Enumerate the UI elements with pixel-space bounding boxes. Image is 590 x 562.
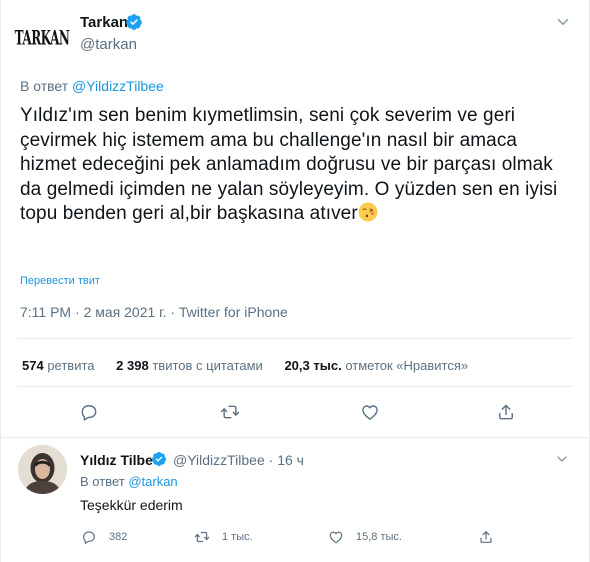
meta-separator: · <box>75 304 80 320</box>
reply-age[interactable]: 16 ч <box>277 452 304 468</box>
reply-text: Teşekkür ederim <box>80 497 183 513</box>
author-name[interactable]: Tarkan <box>80 14 128 31</box>
reply-icon[interactable] <box>79 402 99 422</box>
tweet-text-content: Yıldız'ım sen benim kıymetlimsin, seni ç… <box>20 105 558 224</box>
retweets-stat[interactable]: 574 ретвита <box>22 358 95 373</box>
reply-reply-button[interactable]: 382 <box>81 528 127 546</box>
face-blowing-kiss-icon <box>358 202 378 222</box>
reply-mention-link[interactable]: @tarkan <box>128 474 177 489</box>
reply-handle-line: @YildizzTilbee · 16 ч <box>173 452 304 468</box>
quotes-count: 2 398 <box>116 358 149 373</box>
like-icon <box>329 531 343 544</box>
reply-retweet-count: 1 тыс. <box>222 531 253 543</box>
chevron-down-icon[interactable] <box>554 13 572 31</box>
reply-to-line: В ответ @YildizzTilbee <box>20 78 164 94</box>
reply-author-handle[interactable]: @YildizzTilbee <box>173 452 265 468</box>
retweet-icon <box>194 531 210 543</box>
like-icon[interactable] <box>360 402 380 422</box>
tweet-source[interactable]: Twitter for iPhone <box>179 304 288 320</box>
tweet-detail-page: TARKAN Tarkan @tarkan В ответ @YildizzTi… <box>0 0 590 562</box>
likes-stat[interactable]: 20,3 тыс. отметок «Нравится» <box>284 358 468 373</box>
share-icon <box>480 531 492 543</box>
meta-separator: · <box>268 452 274 468</box>
logo-text: TARKAN <box>14 26 70 50</box>
tweet-text: Yıldız'ım sen benim kıymetlimsin, seni ç… <box>20 104 572 227</box>
tweet-time[interactable]: 7:11 PM <box>20 304 71 320</box>
reply-icon <box>83 531 95 544</box>
share-icon[interactable] <box>496 402 516 422</box>
avatar[interactable]: TARKAN <box>15 14 70 62</box>
chevron-down-icon[interactable] <box>554 451 570 467</box>
reply-like-count: 15,8 тыс. <box>356 531 402 543</box>
verified-badge-icon <box>151 452 166 466</box>
retweets-label: ретвита <box>47 358 95 373</box>
meta-separator: · <box>170 304 176 320</box>
tweet-date[interactable]: 2 мая 2021 г. <box>84 304 167 320</box>
reply-to-line: В ответ @tarkan <box>80 474 178 489</box>
divider <box>17 338 573 339</box>
reply-avatar[interactable] <box>18 445 67 494</box>
reply-prefix: В ответ <box>80 474 125 489</box>
retweet-icon[interactable] <box>220 402 240 422</box>
divider <box>1 437 589 438</box>
reply-mention-link[interactable]: @YildizzTilbee <box>72 78 164 94</box>
quotes-stat[interactable]: 2 398 твитов с цитатами <box>116 358 263 373</box>
reply-retweet-button[interactable]: 1 тыс. <box>194 528 253 546</box>
tweet-meta: 7:11 PM · 2 мая 2021 г. · Twitter for iP… <box>20 304 288 320</box>
translate-tweet-link[interactable]: Перевести твит <box>20 275 100 287</box>
likes-label: отметок «Нравится» <box>345 358 469 373</box>
tweet-stats: 574 ретвита 2 398 твитов с цитатами 20,3… <box>22 358 486 373</box>
reply-author-name[interactable]: Yıldız Tilbe <box>80 452 153 468</box>
reply-share-button[interactable] <box>478 528 506 546</box>
author-handle[interactable]: @tarkan <box>80 36 137 53</box>
divider <box>17 386 573 387</box>
quotes-label: твитов с цитатами <box>152 358 263 373</box>
reply-prefix: В ответ <box>20 78 69 94</box>
retweets-count: 574 <box>22 358 44 373</box>
reply-like-button[interactable]: 15,8 тыс. <box>328 528 402 546</box>
verified-badge-icon <box>126 14 142 30</box>
reply-avatar-photo <box>18 445 67 494</box>
likes-count: 20,3 тыс. <box>284 358 342 373</box>
reply-count: 382 <box>109 531 128 543</box>
